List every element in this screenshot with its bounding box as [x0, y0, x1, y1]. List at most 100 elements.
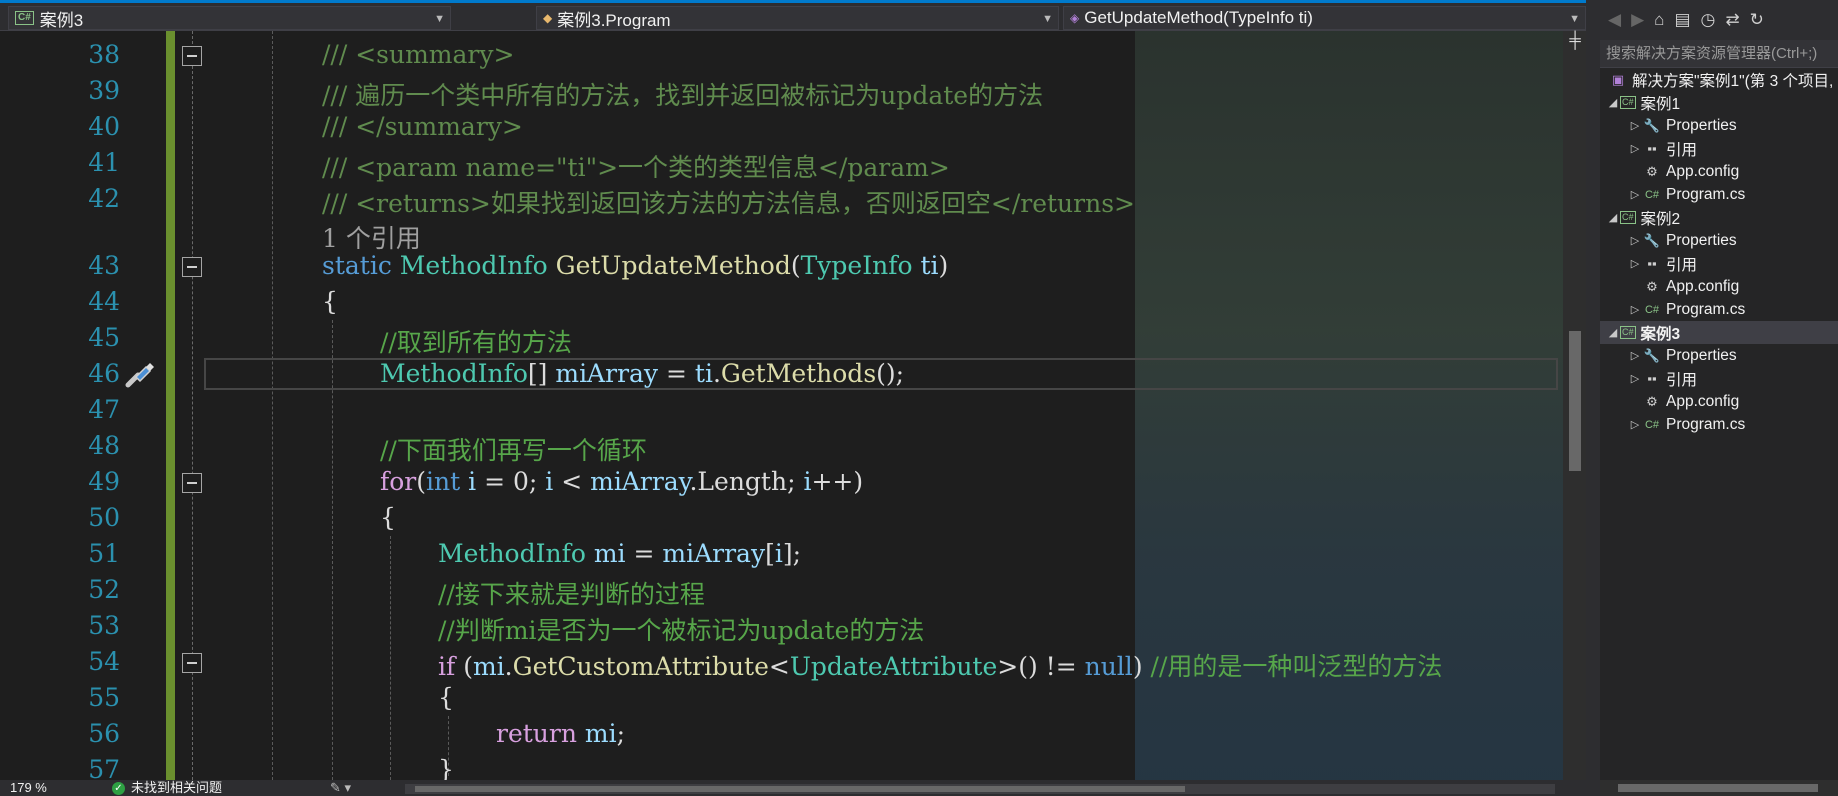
tree-item-label: Program.cs	[1666, 415, 1746, 433]
home-icon[interactable]: ⌂	[1654, 10, 1664, 30]
tree-item-appconfig[interactable]: ⚙ App.config	[1600, 160, 1838, 183]
variable-name: ti	[694, 359, 713, 388]
config-file-icon: ⚙	[1646, 163, 1658, 179]
punctuation: )	[938, 251, 949, 280]
code-line-49: for(int i = 0; i < miArray.Length; i++)	[380, 467, 863, 496]
csharp-project-icon: C#	[1620, 96, 1636, 109]
punctuation: .	[504, 652, 513, 681]
keyword: for	[380, 467, 417, 496]
solution-explorer: ◀ ▶ ⌂ ▤ ◷ ⇄ ↻ 搜索解决方案资源管理器(Ctrl+;) ▣ 解决方案…	[1600, 0, 1838, 796]
project-node-selected[interactable]: ◢ C# 案例3	[1600, 321, 1838, 344]
collapsed-icon: ▷	[1630, 373, 1640, 385]
code-editor[interactable]: C# 案例3 ▼ ◆ 案例3.Program ▼ ◈ GetUpdateMeth…	[0, 0, 1586, 796]
punctuation: ;	[616, 719, 626, 748]
tree-item-properties[interactable]: ▷ 🔧 Properties	[1600, 114, 1838, 137]
issues-indicator[interactable]: ✓ 未找到相关问题	[112, 780, 222, 796]
line-number: 50	[88, 503, 120, 532]
tree-item-properties[interactable]: ▷ 🔧 Properties	[1600, 229, 1838, 252]
collapsed-icon: ▷	[1630, 189, 1640, 201]
tree-item-appconfig[interactable]: ⚙ App.config	[1600, 275, 1838, 298]
collapse-icon[interactable]	[182, 257, 202, 277]
code-line-55: {	[438, 683, 454, 712]
project-label: 案例1	[1640, 95, 1681, 113]
collapse-icon[interactable]	[182, 473, 202, 493]
line-number: 52	[88, 575, 120, 604]
code-line-48: //下面我们再写一个循环	[380, 436, 647, 465]
member-dropdown[interactable]: ◈ GetUpdateMethod(TypeInfo ti) ▼	[1063, 6, 1586, 30]
explorer-horizontal-scrollbar[interactable]	[1600, 780, 1838, 796]
keyword: int	[426, 467, 461, 496]
code-line-52: //接下来就是判断的过程	[438, 580, 705, 609]
sync-icon[interactable]: ⇄	[1725, 10, 1739, 30]
project-node[interactable]: ◢ C# 案例1	[1600, 91, 1838, 114]
wrench-icon: 🔧	[1643, 347, 1661, 363]
scrollbar-thumb[interactable]	[415, 786, 1185, 792]
project-dropdown[interactable]: C# 案例3 ▼	[8, 6, 451, 30]
indent-guide	[390, 536, 391, 780]
line-number: 48	[88, 431, 120, 460]
class-dropdown[interactable]: ◆ 案例3.Program ▼	[536, 6, 1059, 30]
tree-item-label: App.config	[1666, 277, 1740, 295]
method-name: GetCustomAttribute	[512, 652, 769, 681]
chevron-down-icon: ▼	[434, 13, 445, 25]
tree-item-properties[interactable]: ▷ 🔧 Properties	[1600, 344, 1838, 367]
keyword: static	[322, 251, 392, 280]
variable-name: miArray	[662, 539, 766, 568]
punctuation: (	[790, 251, 801, 280]
tree-item-references[interactable]: ▷ ▪▪ 引用	[1600, 137, 1838, 160]
pending-changes-icon[interactable]: ◷	[1701, 10, 1716, 30]
panel-splitter[interactable]	[1586, 0, 1600, 796]
line-number: 41	[88, 148, 120, 177]
csharp-project-icon: C#	[1620, 326, 1636, 339]
forward-icon[interactable]: ▶	[1631, 10, 1644, 30]
punctuation: ();	[876, 359, 905, 388]
code-line-45: //取到所有的方法	[380, 328, 572, 357]
line-number: 45	[88, 323, 120, 352]
csharp-file-icon: C#	[1644, 303, 1660, 316]
chevron-down-icon: ▼	[1569, 13, 1580, 25]
switch-views-icon[interactable]: ▤	[1674, 10, 1690, 30]
tree-item-programcs[interactable]: ▷ C# Program.cs	[1600, 298, 1838, 321]
refresh-icon[interactable]: ↻	[1750, 10, 1764, 30]
csharp-project-icon: C#	[1620, 211, 1636, 224]
scrollbar-thumb[interactable]	[1569, 331, 1581, 471]
project-label: 案例2	[1640, 210, 1681, 228]
config-file-icon: ⚙	[1646, 278, 1658, 294]
horizontal-scrollbar[interactable]	[405, 784, 1555, 794]
line-number: 46	[88, 359, 120, 388]
back-icon[interactable]: ◀	[1608, 10, 1621, 30]
member-dropdown-label: GetUpdateMethod(TypeInfo ti)	[1084, 8, 1313, 27]
method-icon: ◈	[1070, 11, 1080, 25]
quick-actions-icon[interactable]	[122, 357, 156, 391]
solution-label: 解决方案"案例1"(第 3 个项目,	[1632, 72, 1834, 90]
variable-name: i	[468, 467, 477, 496]
zoom-level[interactable]: 179 %	[10, 780, 47, 796]
solution-node[interactable]: ▣ 解决方案"案例1"(第 3 个项目,	[1600, 68, 1838, 91]
vertical-scrollbar[interactable]	[1563, 31, 1586, 780]
scrollbar-thumb[interactable]	[1618, 784, 1818, 792]
line-number: 53	[88, 611, 120, 640]
split-editor-icon[interactable]: ╪	[1566, 32, 1584, 50]
code-cleanup-icon[interactable]: ✎ ▾	[330, 780, 351, 796]
line-number: 43	[88, 251, 120, 280]
collapse-icon[interactable]	[182, 46, 202, 66]
punctuation: []	[527, 359, 548, 388]
variable-name: mi	[472, 652, 505, 681]
tree-item-programcs[interactable]: ▷ C# Program.cs	[1600, 413, 1838, 436]
tree-item-label: 引用	[1666, 141, 1698, 159]
explorer-search-input[interactable]: 搜索解决方案资源管理器(Ctrl+;)	[1600, 40, 1838, 68]
tree-item-programcs[interactable]: ▷ C# Program.cs	[1600, 183, 1838, 206]
line-number: 47	[88, 395, 120, 424]
tree-item-references[interactable]: ▷ ▪▪ 引用	[1600, 367, 1838, 390]
tree-item-references[interactable]: ▷ ▪▪ 引用	[1600, 252, 1838, 275]
collapse-icon[interactable]	[182, 653, 202, 673]
tree-item-appconfig[interactable]: ⚙ App.config	[1600, 390, 1838, 413]
code-line-54: if (mi.GetCustomAttribute<UpdateAttribut…	[438, 647, 1442, 683]
tree-item-label: Program.cs	[1666, 300, 1746, 318]
code-text: .Length;	[689, 467, 804, 496]
project-node[interactable]: ◢ C# 案例2	[1600, 206, 1838, 229]
code-line-51: MethodInfo mi = miArray[i];	[438, 539, 801, 568]
codelens-references[interactable]: 1 个引用	[322, 219, 421, 255]
variable-name: miArray	[555, 359, 659, 388]
tree-item-label: Properties	[1666, 231, 1737, 249]
